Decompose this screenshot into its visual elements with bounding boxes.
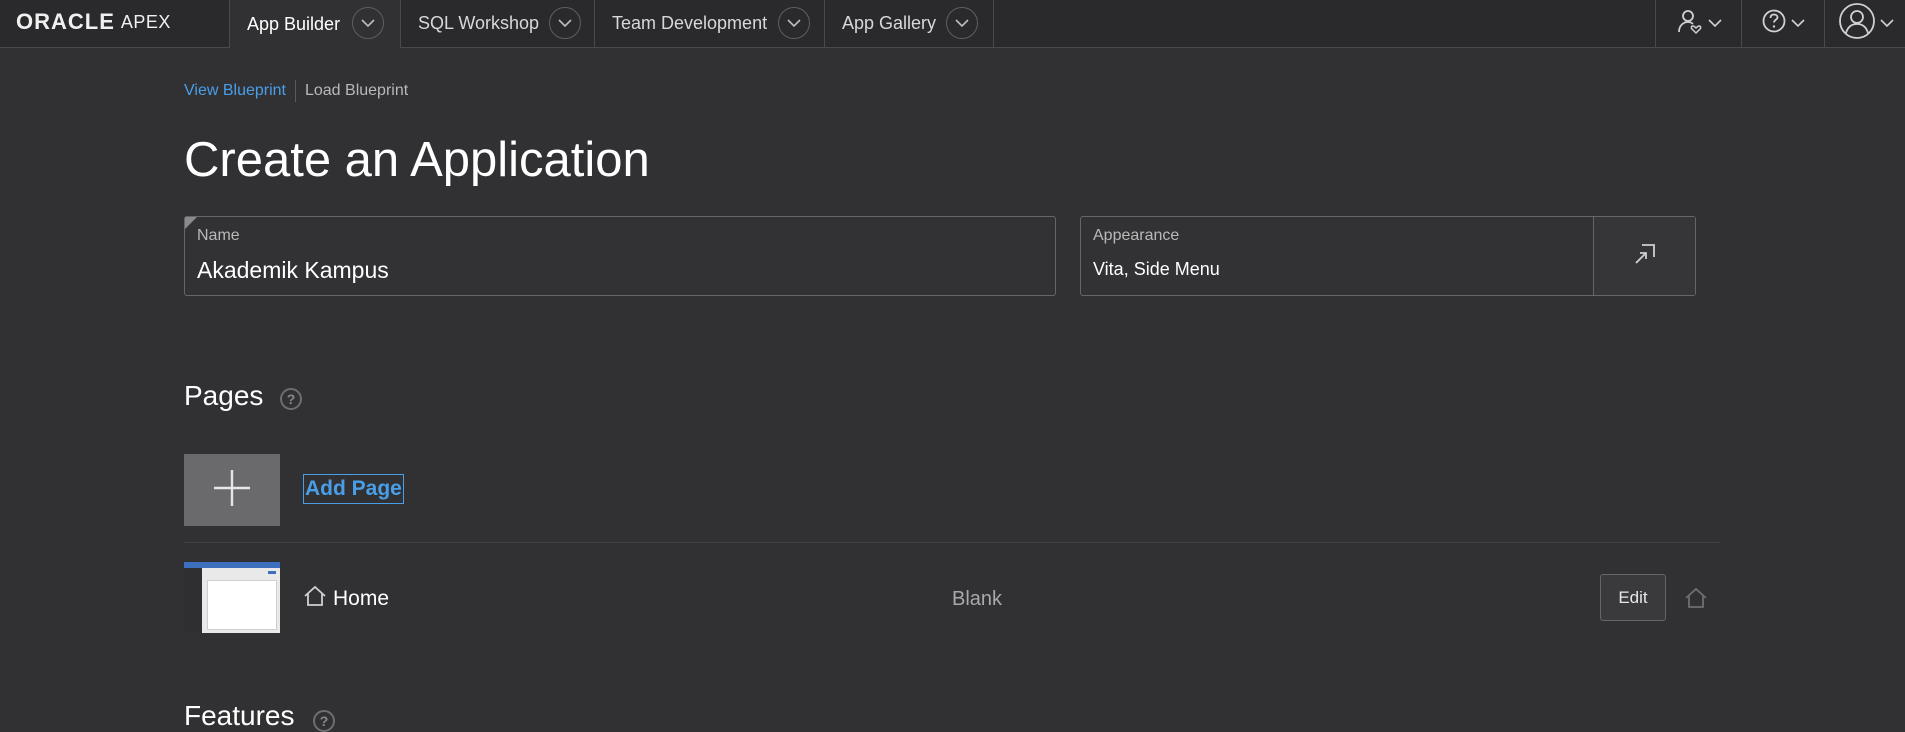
user-heart-menu-button[interactable] — [1655, 0, 1741, 47]
blueprint-links: View Blueprint Load Blueprint — [184, 80, 408, 102]
tab-team-development-label: Team Development — [612, 13, 768, 33]
chevron-down-icon — [1707, 15, 1722, 33]
chevron-down-icon — [1791, 15, 1805, 33]
appearance-field-value: Vita, Side Menu — [1093, 259, 1220, 279]
add-page-tile[interactable] — [184, 454, 280, 526]
home-icon — [303, 584, 327, 614]
user-profile-menu-button[interactable] — [1824, 0, 1905, 47]
logo-brand: ORACLE — [16, 9, 115, 34]
features-section-title: Features — [184, 700, 295, 731]
top-navigation-bar: ORACLE APEX App Builder SQL Workshop Tea… — [0, 0, 1905, 48]
page-name-label: Home — [333, 587, 390, 610]
oracle-apex-logo[interactable]: ORACLE APEX — [16, 8, 171, 36]
chevron-down-icon[interactable] — [946, 7, 978, 39]
help-menu-button[interactable] — [1741, 0, 1824, 47]
plus-icon — [212, 468, 252, 513]
open-dialog-icon — [1633, 242, 1657, 271]
chevron-down-icon[interactable] — [352, 7, 384, 39]
help-icon[interactable]: ? — [313, 710, 335, 732]
required-indicator — [185, 217, 197, 229]
view-blueprint-link[interactable]: View Blueprint — [184, 82, 286, 100]
page-thumbnail — [184, 562, 280, 633]
tab-sql-workshop[interactable]: SQL Workshop — [400, 0, 594, 47]
tab-team-development[interactable]: Team Development — [594, 0, 824, 47]
name-field-label: Name — [197, 227, 240, 244]
appearance-field-label: Appearance — [1093, 227, 1180, 244]
chevron-down-icon — [1879, 15, 1894, 33]
appearance-field[interactable]: Appearance Vita, Side Menu — [1080, 216, 1696, 296]
thumbnail-sidebar — [184, 568, 202, 633]
page-type-label: Blank — [952, 588, 1003, 610]
user-profile-icon — [1838, 2, 1876, 45]
help-icon[interactable]: ? — [280, 388, 302, 410]
name-field-value[interactable]: Akademik Kampus — [197, 257, 389, 284]
thumbnail-body — [207, 580, 277, 630]
page-row-name: Home — [303, 584, 389, 614]
appearance-settings-button[interactable] — [1593, 217, 1695, 295]
edit-page-button[interactable]: Edit — [1600, 574, 1666, 621]
tab-app-gallery[interactable]: App Gallery — [824, 0, 994, 47]
load-blueprint-link[interactable]: Load Blueprint — [305, 82, 408, 100]
page-title: Create an Application — [184, 133, 650, 187]
chevron-down-icon[interactable] — [778, 7, 810, 39]
help-icon — [1761, 8, 1787, 39]
user-heart-icon — [1676, 7, 1704, 40]
tab-app-builder-label: App Builder — [247, 13, 341, 34]
thumbnail-mark — [268, 571, 276, 574]
tab-app-builder[interactable]: App Builder — [229, 0, 400, 48]
tab-app-gallery-label: App Gallery — [842, 13, 937, 33]
set-home-icon[interactable] — [1684, 586, 1708, 615]
chevron-down-icon[interactable] — [549, 7, 581, 39]
logo-product: APEX — [120, 11, 171, 32]
divider — [294, 80, 296, 102]
tab-sql-workshop-label: SQL Workshop — [418, 13, 540, 33]
add-page-link[interactable]: Add Page — [303, 474, 404, 504]
pages-section-title: Pages — [184, 380, 264, 411]
divider — [184, 542, 1720, 543]
name-field[interactable]: Name Akademik Kampus — [184, 216, 1056, 296]
